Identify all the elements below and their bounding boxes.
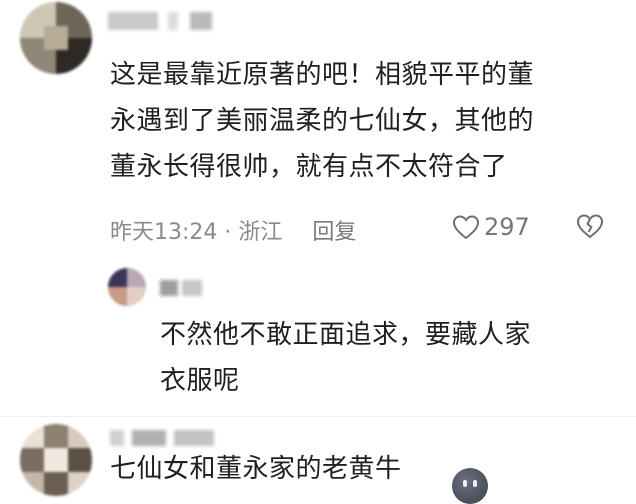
dislike-button[interactable] xyxy=(576,213,604,243)
username[interactable] xyxy=(108,12,218,30)
comment-meta: 昨天13:24 · 浙江 回复 xyxy=(110,210,610,250)
comment-text-line: 董永长得很帅，就有点不太符合了 xyxy=(110,152,508,182)
timestamp-location: 昨天13:24 · 浙江 xyxy=(110,220,283,245)
like-count: 297 xyxy=(484,213,530,241)
reply-button[interactable]: 回复 xyxy=(312,214,356,246)
username[interactable] xyxy=(160,280,208,296)
dark-face-emoji-icon xyxy=(452,468,488,504)
reply-text-line: 衣服呢 xyxy=(160,366,240,396)
comment-text: 这是最靠近原著的吧！相貌平平的董 永遇到了美丽温柔的七仙女，其他的 董永长得很帅… xyxy=(110,52,534,190)
comment-text-line: 永遇到了美丽温柔的七仙女，其他的 xyxy=(110,106,535,136)
avatar[interactable] xyxy=(108,268,146,306)
broken-heart-icon xyxy=(576,214,604,239)
comment-text-line: 这是最靠近原著的吧！相貌平平的董 xyxy=(110,60,535,90)
username[interactable] xyxy=(110,430,230,446)
reply-text: 不然他不敢正面追求，要藏人家 衣服呢 xyxy=(160,312,531,404)
reply-text-line: 不然他不敢正面追求，要藏人家 xyxy=(160,320,532,350)
comment-text: 七仙女和董永家的老黄牛 xyxy=(110,446,402,492)
avatar[interactable] xyxy=(20,424,92,496)
heart-outline-icon xyxy=(452,215,480,240)
avatar[interactable] xyxy=(20,2,92,74)
like-button[interactable]: 297 xyxy=(452,213,530,241)
divider xyxy=(0,416,636,417)
comment-text-line: 七仙女和董永家的老黄牛 xyxy=(110,454,402,484)
